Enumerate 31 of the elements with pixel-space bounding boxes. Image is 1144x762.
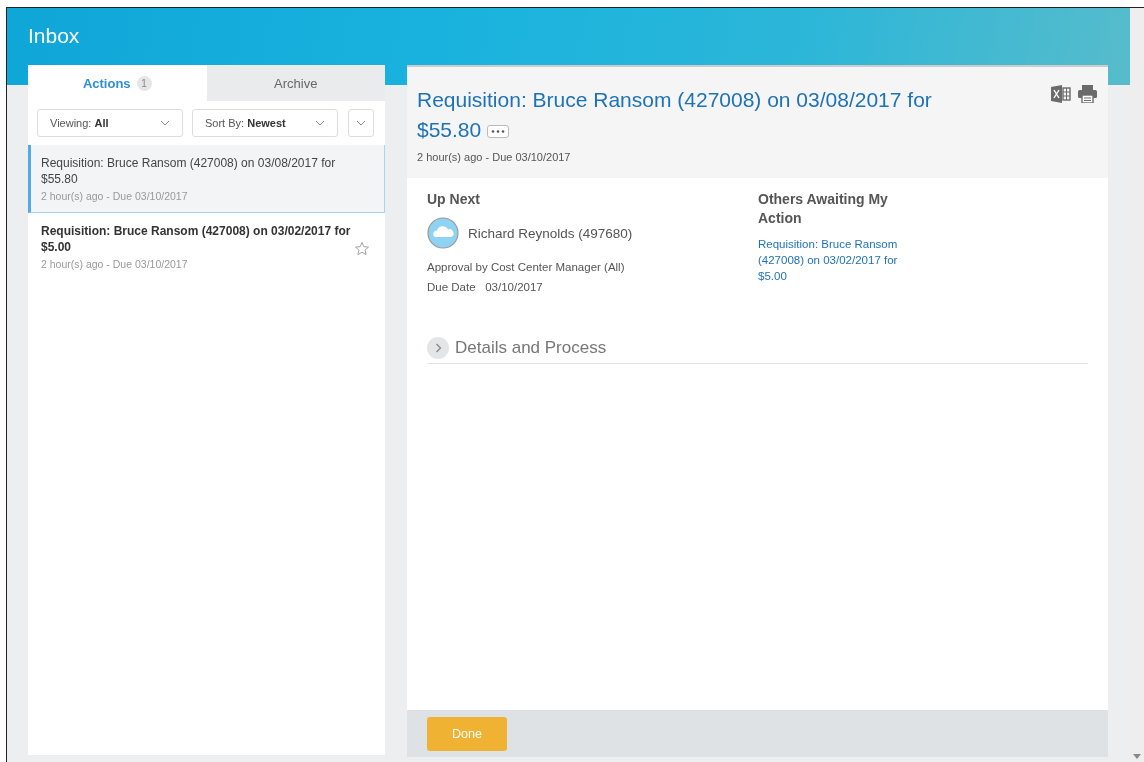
item-title: Requisition: Bruce Ransom (427008) on 03/02/2017 for $5.00 [41,223,352,255]
inbox-item[interactable]: Requisition: Bruce Ransom (427008) on 03/08/2017 for $55.80 2 hour(s) ago - Due 03/10/2017 [28,145,385,213]
print-icon[interactable] [1078,85,1097,103]
step-text: Approval by Cost Center Manager (All) [427,260,626,275]
arrow-down-icon[interactable] [1133,754,1141,759]
spreadsheet-icon[interactable] [1051,85,1071,103]
details-toggle[interactable]: Details and Process [427,337,1088,364]
page-title: Inbox [28,24,81,48]
tab[interactable]: Archive [206,65,385,101]
chevron-down-icon [356,120,366,126]
filter-dropdown[interactable]: Sort By: Newest [192,109,338,137]
due-date: Due Date 03/10/2017 [427,280,544,295]
person-name: Richard Reynolds (497680) [468,225,633,241]
chevron-down-icon [315,120,325,126]
ellipsis-icon [491,129,506,133]
count-badge: 1 [136,75,152,91]
star-icon[interactable] [354,241,370,257]
detail-title: Requisition: Bruce Ransom (427008) on 03/08/2017 for $55.80 [417,87,933,143]
requisition-link[interactable]: Requisition: Bruce Ransom (427008) on 03/02/2017 for $5.00 [758,236,918,284]
item-meta: 2 hour(s) ago - Due 03/10/2017 [41,190,189,202]
more-button[interactable] [487,124,510,138]
inbox-item[interactable]: Requisition: Bruce Ransom (427008) on 03/02/2017 for $5.00 2 hour(s) ago - Due 03/10/2017 [28,213,385,281]
item-meta: 2 hour(s) ago - Due 03/10/2017 [41,258,189,270]
item-title: Requisition: Bruce Ransom (427008) on 03/08/2017 for $55.80 [41,155,337,187]
filter-dropdown[interactable]: Viewing: All [37,109,183,137]
chevron-icon [427,337,449,359]
section-heading: Others Awaiting My Action [758,190,889,228]
avatar-icon [427,217,459,249]
detail-meta: 2 hour(s) ago - Due 03/10/2017 [417,151,572,163]
chevron-down-icon [160,120,170,126]
section-heading: Up Next [427,190,481,209]
